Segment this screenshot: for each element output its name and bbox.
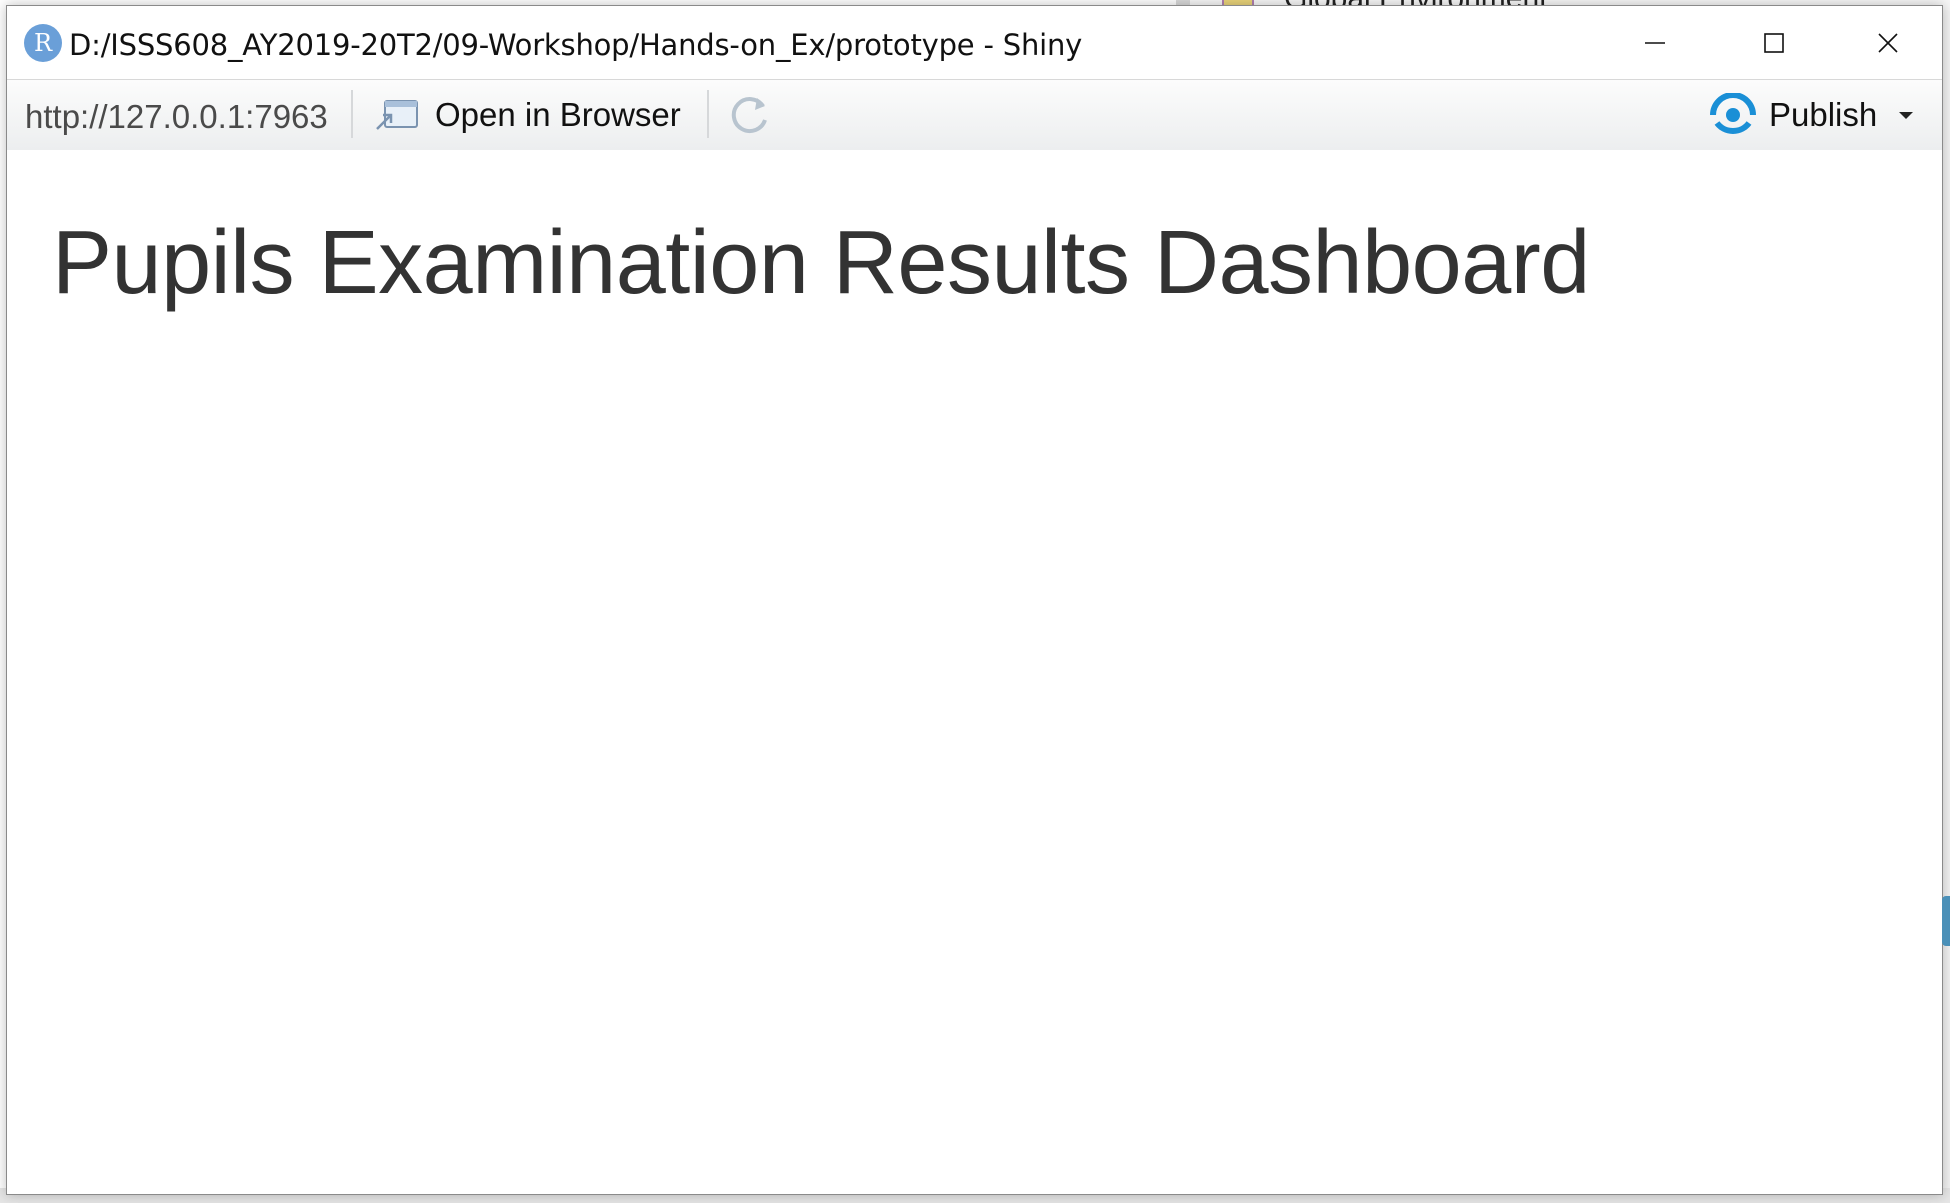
shiny-viewer-window: R D:/ISSS608_AY2019-20T2/09-Workshop/Han… <box>6 5 1943 1195</box>
maximize-button[interactable] <box>1719 6 1829 79</box>
window-title: D:/ISSS608_AY2019-20T2/09-Workshop/Hands… <box>69 28 1083 62</box>
publish-label: Publish <box>1769 96 1878 133</box>
minimize-icon <box>1645 41 1665 44</box>
viewer-toolbar: http://127.0.0.1:7963 Open in Browser Pu… <box>7 79 1942 151</box>
refresh-icon[interactable] <box>727 92 773 138</box>
scrollbar-thumb[interactable] <box>1942 896 1950 946</box>
r-logo-icon: R <box>24 24 62 62</box>
publish-icon <box>1710 93 1756 134</box>
open-in-browser-button[interactable]: Open in Browser <box>373 86 681 144</box>
open-in-browser-label: Open in Browser <box>435 96 681 133</box>
app-url[interactable]: http://127.0.0.1:7963 <box>25 98 328 136</box>
toolbar-separator <box>351 90 353 138</box>
minimize-button[interactable] <box>1600 6 1710 79</box>
chevron-down-icon[interactable] <box>1897 109 1915 121</box>
toolbar-separator <box>707 90 709 138</box>
open-in-browser-icon <box>376 100 418 130</box>
page-title: Pupils Examination Results Dashboard <box>52 213 1590 313</box>
close-button[interactable] <box>1833 6 1943 79</box>
shiny-app-content: Pupils Examination Results Dashboard <box>7 150 1942 1194</box>
close-icon <box>1878 32 1898 53</box>
publish-button[interactable]: Publish <box>1707 86 1915 144</box>
maximize-icon <box>1764 32 1784 53</box>
window-titlebar[interactable]: R D:/ISSS608_AY2019-20T2/09-Workshop/Han… <box>7 6 1942 79</box>
